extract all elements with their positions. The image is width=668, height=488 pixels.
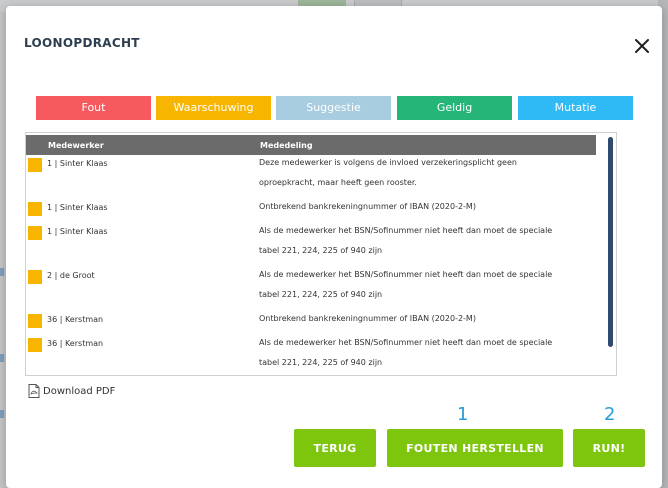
- row-message-line: tabel 221, 224, 225 of 940 zijn: [259, 358, 383, 367]
- legend-suggestie: Suggestie: [276, 96, 391, 120]
- close-button[interactable]: [630, 34, 654, 58]
- row-message-line: Ontbrekend bankrekeningnummer of IBAN (2…: [259, 314, 476, 323]
- status-swatch: [28, 158, 42, 172]
- table-row[interactable]: 2 | de Groot Als de medewerker het BSN/So…: [26, 267, 596, 311]
- step-number-1: 1: [457, 404, 469, 425]
- row-employee: 36 | Kerstman: [47, 339, 104, 348]
- legend-mutatie: Mutatie: [518, 96, 633, 120]
- row-message-line: tabel 221, 224, 225 of 940 zijn: [259, 246, 383, 255]
- row-message: Deze medewerker is volgens de invloed ve…: [259, 153, 591, 193]
- background-left-marker: [0, 268, 4, 276]
- scrollbar-thumb[interactable]: [608, 137, 613, 347]
- table-row[interactable]: 36 | Kerstman Als de medewerker het BSN/S…: [26, 333, 596, 375]
- row-message-line: Als de medewerker het BSN/Sofinummer nie…: [259, 338, 553, 347]
- fix-errors-button[interactable]: FOUTEN HERSTELLEN: [387, 429, 563, 467]
- download-pdf-label: Download PDF: [43, 385, 116, 397]
- row-message: Ontbrekend bankrekeningnummer of IBAN (2…: [259, 309, 591, 329]
- legend-fout: Fout: [36, 96, 151, 120]
- row-message: Als de medewerker het BSN/Sofinummer nie…: [259, 265, 591, 305]
- status-legend: Fout Waarschuwing Suggestie Geldig Mutat…: [36, 96, 634, 120]
- row-message-line: oproepkracht, maar heeft geen rooster.: [259, 178, 417, 187]
- table-row[interactable]: 1 | Sinter Klaas Als de medewerker het BS…: [26, 223, 596, 267]
- status-swatch: [28, 270, 42, 284]
- row-message-line: Als de medewerker het BSN/Sofinummer nie…: [259, 270, 553, 279]
- row-message-line: Ontbrekend bankrekeningnummer of IBAN (2…: [259, 202, 476, 211]
- row-message-line: Deze medewerker is volgens de invloed ve…: [259, 158, 517, 167]
- pdf-file-icon: [28, 384, 40, 398]
- background-left-marker: [0, 410, 4, 418]
- row-employee: 2 | de Groot: [47, 271, 95, 280]
- row-employee: 1 | Sinter Klaas: [47, 203, 108, 212]
- table-row[interactable]: 36 | Kerstman Ontbrekend bankrekeningnumm…: [26, 311, 596, 335]
- messages-table[interactable]: Medewerker Mededeling 1 | Sinter Klaas De…: [25, 132, 617, 376]
- row-employee: 1 | Sinter Klaas: [47, 227, 108, 236]
- row-message-line: tabel 221, 224, 225 of 940 zijn: [259, 290, 383, 299]
- status-swatch: [28, 314, 42, 328]
- close-icon: [635, 39, 649, 53]
- download-pdf-link[interactable]: Download PDF: [28, 383, 115, 399]
- table-header: Medewerker Mededeling: [26, 135, 596, 155]
- loonopdracht-modal: LOONOPDRACHT Fout Waarschuwing Suggestie…: [6, 6, 662, 488]
- status-swatch: [28, 226, 42, 240]
- row-employee: 36 | Kerstman: [47, 315, 104, 324]
- row-message-line: Als de medewerker het BSN/Sofinummer nie…: [259, 226, 553, 235]
- status-swatch: [28, 338, 42, 352]
- run-button[interactable]: RUN!: [573, 429, 645, 467]
- table-row[interactable]: 1 | Sinter Klaas Ontbrekend bankrekeningn…: [26, 199, 596, 223]
- table-scrollbar[interactable]: [602, 133, 616, 375]
- row-message: Als de medewerker het BSN/Sofinummer nie…: [259, 333, 591, 373]
- table-body: 1 | Sinter Klaas Deze medewerker is volge…: [26, 155, 596, 375]
- header-message: Mededeling: [260, 141, 313, 150]
- modal-title: LOONOPDRACHT: [24, 36, 140, 50]
- table-row[interactable]: 1 | Sinter Klaas Deze medewerker is volge…: [26, 155, 596, 199]
- legend-geldig: Geldig: [397, 96, 512, 120]
- step-number-2: 2: [604, 404, 616, 425]
- row-message: Als de medewerker het BSN/Sofinummer nie…: [259, 221, 591, 261]
- back-button[interactable]: TERUG: [294, 429, 376, 467]
- status-swatch: [28, 202, 42, 216]
- row-message: Ontbrekend bankrekeningnummer of IBAN (2…: [259, 197, 591, 217]
- header-employee: Medewerker: [48, 141, 104, 150]
- row-employee: 1 | Sinter Klaas: [47, 159, 108, 168]
- legend-waarschuwing: Waarschuwing: [156, 96, 271, 120]
- background-left-marker: [0, 354, 4, 362]
